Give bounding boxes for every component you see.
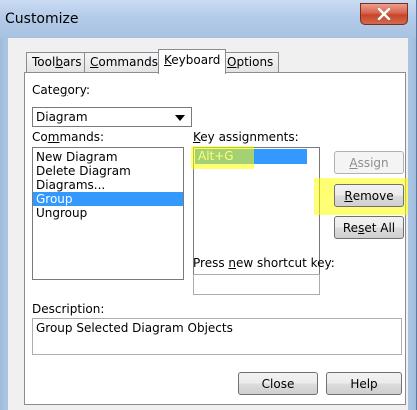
key-assignment-item[interactable]: Alt+G: [195, 149, 307, 164]
description-text: Group Selected Diagram Objects: [36, 321, 233, 335]
category-label: Category:: [32, 83, 90, 97]
close-icon: [377, 8, 391, 20]
commands-label: Commands:: [32, 130, 104, 144]
tab-accelerator: b: [55, 55, 63, 69]
remove-button[interactable]: Remove: [334, 184, 404, 207]
description-box: Group Selected Diagram Objects: [32, 318, 402, 355]
tab-commands[interactable]: Commands: [84, 52, 164, 72]
tab-label-part: Tool: [32, 55, 56, 69]
category-value: Diagram: [36, 110, 88, 124]
tab-toolbars[interactable]: Toolbars: [26, 52, 88, 72]
category-dropdown[interactable]: Diagram: [32, 107, 192, 127]
assign-button[interactable]: Assign: [334, 151, 404, 174]
close-window-button[interactable]: [360, 3, 408, 25]
shortcut-input[interactable]: [193, 274, 320, 295]
list-item[interactable]: Diagrams...: [33, 178, 183, 192]
tab-label-part: ommands: [98, 55, 158, 69]
list-item[interactable]: New Diagram: [33, 150, 183, 164]
shortcut-label: Press new shortcut key:: [193, 256, 335, 270]
title-bar[interactable]: Customize: [0, 0, 416, 38]
tab-keyboard[interactable]: Keyboard: [158, 49, 227, 74]
help-button[interactable]: Help: [326, 372, 402, 395]
tab-label-part: eyboard: [171, 53, 221, 67]
key-assignments-label: Key assignments:: [193, 130, 299, 144]
list-item-selected[interactable]: Group: [33, 192, 183, 206]
tab-label-part: ptions: [236, 55, 274, 69]
chevron-down-icon: [175, 115, 185, 121]
dialog-client-area: Toolbars Commands Keyboard Options Categ…: [8, 38, 408, 410]
tab-label-part: ars: [62, 55, 82, 69]
customize-dialog: Customize Toolbars Commands Keyboard Opt…: [0, 0, 417, 410]
list-item[interactable]: Delete Diagram: [33, 164, 183, 178]
reset-all-button[interactable]: Re s et All: [334, 216, 404, 239]
description-label: Description:: [32, 302, 105, 316]
close-button[interactable]: Close: [238, 372, 318, 395]
tab-options[interactable]: Options: [221, 52, 280, 72]
commands-listbox[interactable]: New Diagram Delete Diagram Diagrams... G…: [32, 147, 184, 280]
list-item[interactable]: Ungroup: [33, 206, 183, 220]
window-title: Customize: [5, 11, 79, 27]
